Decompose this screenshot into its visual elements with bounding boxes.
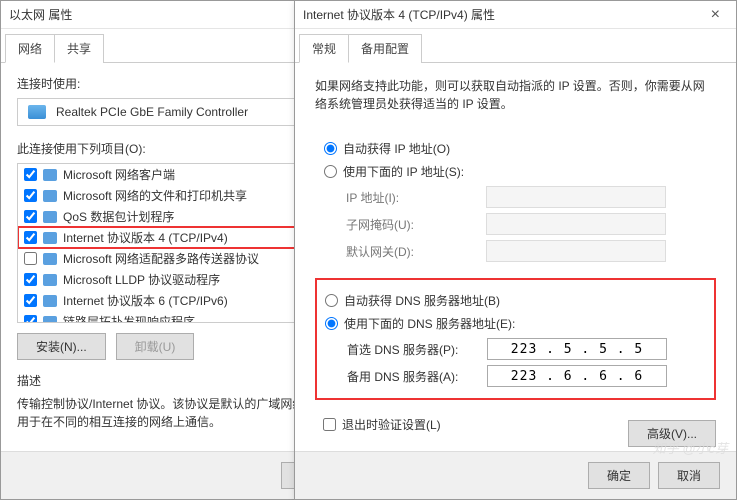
item-label: Internet 协议版本 4 (TCP/IPv4)	[63, 229, 228, 246]
radio-auto-ip-input[interactable]	[324, 142, 337, 155]
item-label: Microsoft LLDP 协议驱动程序	[63, 271, 220, 288]
item-label: QoS 数据包计划程序	[63, 208, 174, 225]
tab-network[interactable]: 网络	[5, 34, 55, 63]
radio-use-dns-input[interactable]	[325, 317, 338, 330]
radio-use-ip-input[interactable]	[324, 165, 337, 178]
title-bar: Internet 协议版本 4 (TCP/IPv4) 属性 ×	[295, 1, 736, 29]
radio-auto-dns[interactable]: 自动获得 DNS 服务器地址(B)	[325, 292, 706, 309]
item-label: Microsoft 网络的文件和打印机共享	[63, 187, 247, 204]
uninstall-button[interactable]: 卸载(U)	[116, 333, 195, 360]
tab-general[interactable]: 常规	[299, 34, 349, 63]
item-label: Microsoft 网络客户端	[63, 166, 175, 183]
gateway-label: 默认网关(D):	[346, 243, 486, 260]
tab-alternate[interactable]: 备用配置	[348, 34, 422, 63]
protocol-icon	[43, 295, 57, 307]
protocol-icon	[43, 232, 57, 244]
item-checkbox[interactable]	[24, 168, 37, 181]
item-checkbox[interactable]	[24, 252, 37, 265]
protocol-icon	[43, 211, 57, 223]
mask-label: 子网掩码(U):	[346, 216, 486, 233]
protocol-icon	[43, 274, 57, 286]
protocol-icon	[43, 253, 57, 265]
adapter-icon	[28, 105, 46, 119]
item-label: Internet 协议版本 6 (TCP/IPv6)	[63, 292, 228, 309]
cancel-button[interactable]: 取消	[658, 462, 720, 489]
alt-dns-label: 备用 DNS 服务器(A):	[347, 368, 487, 385]
adapter-name: Realtek PCIe GbE Family Controller	[56, 105, 248, 119]
tabs: 常规 备用配置	[295, 29, 736, 63]
item-label: Microsoft 网络适配器多路传送器协议	[63, 250, 259, 267]
radio-auto-ip[interactable]: 自动获得 IP 地址(O)	[324, 140, 707, 157]
item-checkbox[interactable]	[24, 189, 37, 202]
item-checkbox[interactable]	[24, 231, 37, 244]
ok-button[interactable]: 确定	[588, 462, 650, 489]
dns-highlight-box: 自动获得 DNS 服务器地址(B) 使用下面的 DNS 服务器地址(E): 首选…	[315, 278, 716, 400]
window-title: Internet 协议版本 4 (TCP/IPv4) 属性	[303, 6, 703, 23]
mask-input	[486, 213, 666, 235]
radio-use-dns[interactable]: 使用下面的 DNS 服务器地址(E):	[325, 315, 706, 332]
protocol-icon	[43, 169, 57, 181]
info-text: 如果网络支持此功能，则可以获取自动指派的 IP 设置。否则，你需要从网络系统管理…	[315, 77, 716, 113]
item-checkbox[interactable]	[24, 210, 37, 223]
protocol-icon	[43, 190, 57, 202]
item-checkbox[interactable]	[24, 294, 37, 307]
tab-sharing[interactable]: 共享	[54, 34, 104, 63]
pref-dns-label: 首选 DNS 服务器(P):	[347, 341, 487, 358]
gateway-input	[486, 240, 666, 262]
protocol-icon	[43, 316, 57, 324]
item-checkbox[interactable]	[24, 315, 37, 323]
validate-checkbox[interactable]	[323, 418, 336, 431]
install-button[interactable]: 安装(N)...	[17, 333, 106, 360]
ipv4-properties-window: Internet 协议版本 4 (TCP/IPv4) 属性 × 常规 备用配置 …	[294, 0, 737, 500]
alt-dns-input[interactable]	[487, 365, 667, 387]
ip-label: IP 地址(I):	[346, 189, 486, 206]
close-icon[interactable]: ×	[703, 4, 728, 26]
item-checkbox[interactable]	[24, 273, 37, 286]
advanced-button[interactable]: 高级(V)...	[628, 420, 716, 447]
radio-auto-dns-input[interactable]	[325, 294, 338, 307]
ip-input	[486, 186, 666, 208]
item-label: 链路层拓扑发现响应程序	[63, 313, 195, 323]
radio-use-ip[interactable]: 使用下面的 IP 地址(S):	[324, 163, 707, 180]
pref-dns-input[interactable]	[487, 338, 667, 360]
